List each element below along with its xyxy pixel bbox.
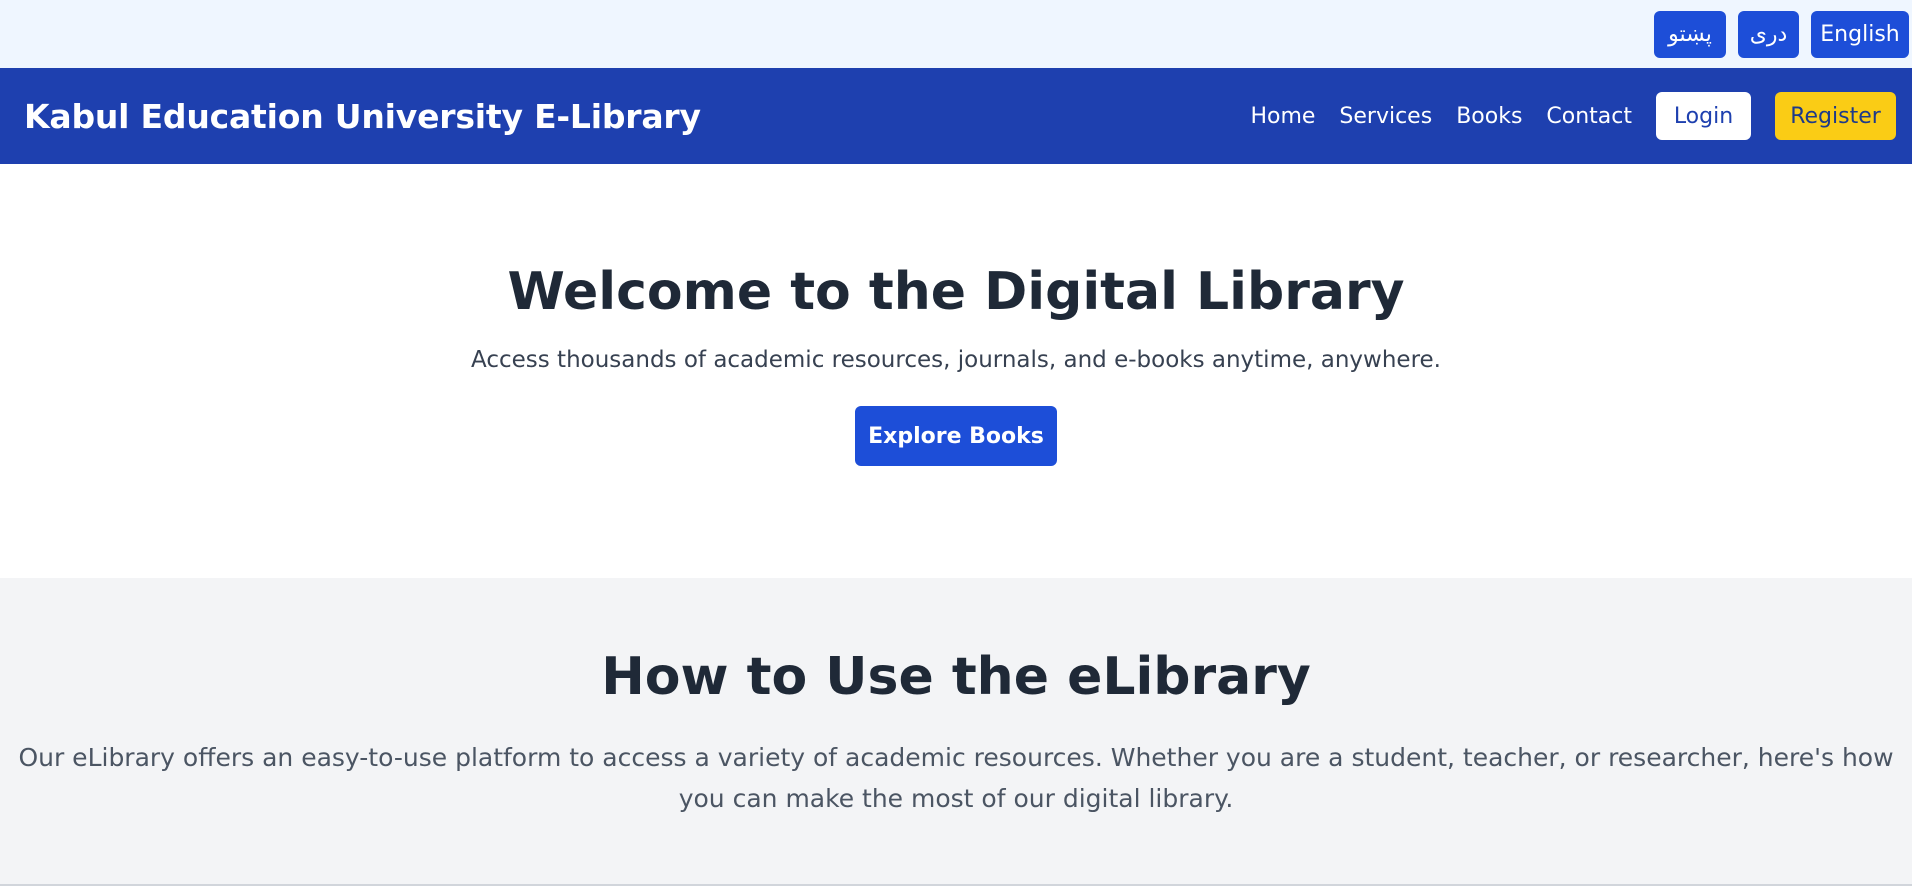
nav-link-books[interactable]: Books — [1456, 104, 1522, 129]
how-to-section: How to Use the eLibrary Our eLibrary off… — [0, 578, 1912, 886]
hero-section: Welcome to the Digital Library Access th… — [0, 164, 1912, 578]
register-button[interactable]: Register — [1775, 92, 1896, 140]
login-button[interactable]: Login — [1656, 92, 1751, 140]
explore-books-button[interactable]: Explore Books — [855, 406, 1057, 466]
nav-link-home[interactable]: Home — [1250, 104, 1315, 129]
language-bar: پښتو دری English — [0, 0, 1912, 68]
hero-title: Welcome to the Digital Library — [507, 262, 1405, 322]
nav-link-services[interactable]: Services — [1339, 104, 1432, 129]
site-brand[interactable]: Kabul Education University E-Library — [24, 97, 701, 136]
hero-subtitle: Access thousands of academic resources, … — [471, 347, 1441, 373]
language-button-english[interactable]: English — [1811, 10, 1909, 58]
language-button-dari[interactable]: دری — [1738, 10, 1799, 58]
how-to-description: Our eLibrary offers an easy-to-use platf… — [18, 743, 1894, 813]
how-to-title: How to Use the eLibrary — [601, 647, 1311, 707]
nav-menu: Home Services Books Contact Login Regist… — [1250, 92, 1896, 140]
language-button-pashto[interactable]: پښتو — [1654, 10, 1726, 58]
main-navbar: Kabul Education University E-Library Hom… — [0, 68, 1912, 164]
nav-link-contact[interactable]: Contact — [1546, 104, 1632, 129]
